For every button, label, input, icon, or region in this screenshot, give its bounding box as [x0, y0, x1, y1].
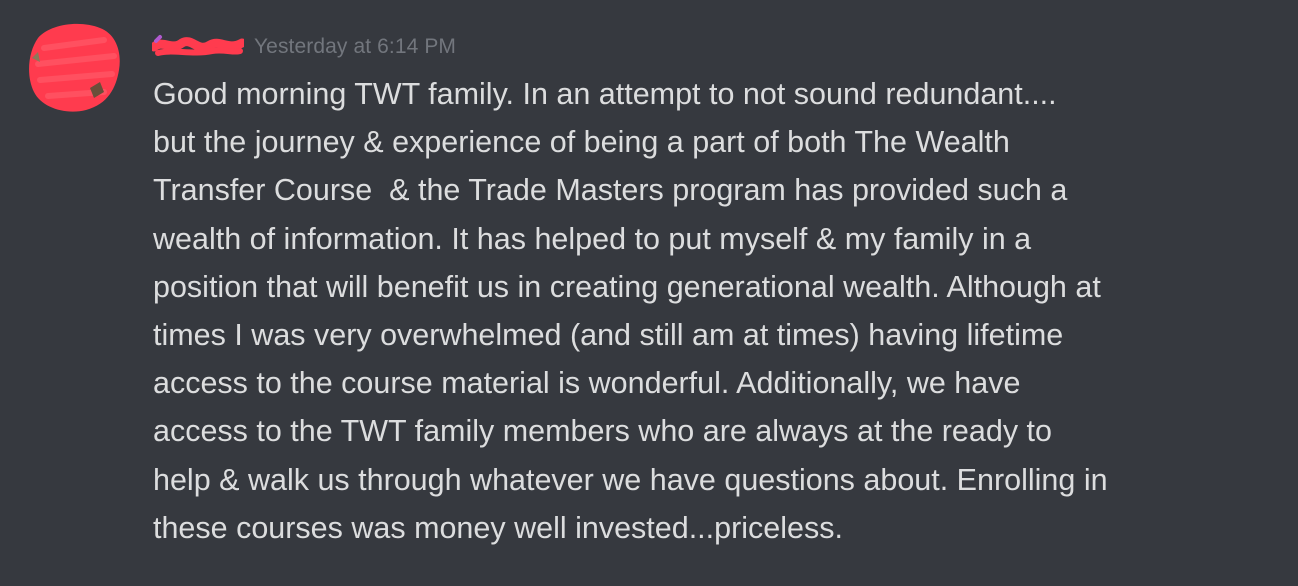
message-header: Yesterday at 6:14 PM	[152, 30, 456, 64]
message-line: but the journey & experience of being a …	[153, 125, 1010, 160]
chat-message: Yesterday at 6:14 PM Good morning TWT fa…	[0, 0, 1298, 586]
message-line: Transfer Course & the Trade Masters prog…	[153, 173, 1068, 208]
message-line: these courses was money well invested...…	[153, 510, 843, 545]
message-line: position that will benefit us in creatin…	[153, 269, 1101, 304]
message-line: times I was very overwhelmed (and still …	[153, 318, 1064, 353]
message-timestamp[interactable]: Yesterday at 6:14 PM	[254, 35, 456, 59]
message-line: Good morning TWT family. In an attempt t…	[153, 77, 1057, 111]
redacted-avatar-scribble	[29, 23, 120, 112]
message-content: Good morning TWT family. In an attempt t…	[153, 70, 1263, 552]
message-line: access to the course material is wonderf…	[153, 366, 1021, 401]
message-line: access to the TWT family members who are…	[153, 414, 1052, 449]
redacted-username[interactable]	[152, 33, 244, 61]
username-scribble	[152, 35, 244, 56]
message-line: help & walk us through whatever we have …	[153, 462, 1108, 497]
message-line: wealth of information. It has helped to …	[153, 221, 1032, 256]
avatar[interactable]	[24, 18, 124, 114]
